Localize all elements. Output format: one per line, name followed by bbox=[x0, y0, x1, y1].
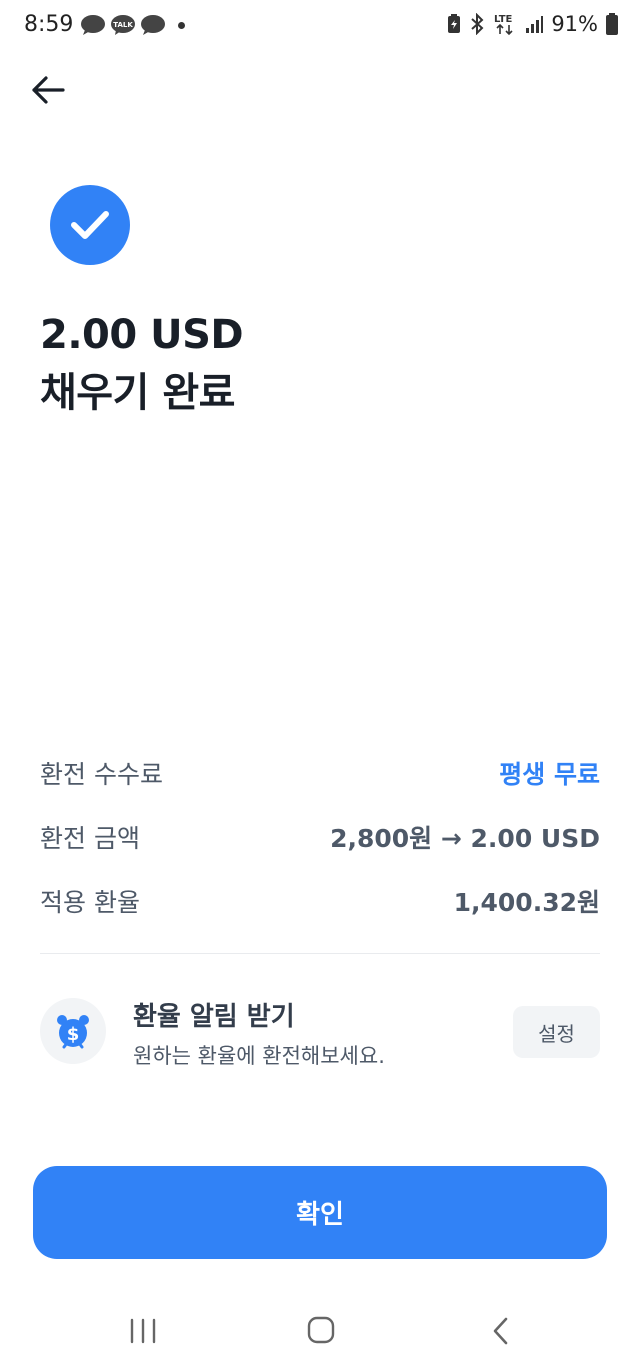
page-title: 2.00 USD 채우기 완료 bbox=[40, 306, 244, 422]
notification-dot bbox=[178, 21, 185, 29]
chat-bubble-icon bbox=[81, 15, 105, 35]
svg-text:TALK: TALK bbox=[113, 21, 133, 29]
exchange-amount-label: 환전 금액 bbox=[40, 824, 140, 853]
battery-saver-icon bbox=[448, 14, 461, 33]
signal-icon bbox=[526, 16, 544, 33]
system-status-icons: LTE 91% bbox=[447, 12, 618, 36]
fee-label: 환전 수수료 bbox=[40, 760, 163, 789]
alarm-clock-dollar-icon: $ bbox=[57, 1015, 89, 1049]
notification-icons: TALK bbox=[80, 14, 185, 36]
rate-alert-title: 환율 알림 받기 bbox=[133, 1002, 295, 1032]
chat-bubble-icon bbox=[141, 15, 165, 35]
recent-apps-button[interactable] bbox=[128, 1318, 158, 1348]
back-icon bbox=[493, 1317, 508, 1345]
fee-value: 평생 무료 bbox=[499, 760, 600, 789]
divider bbox=[40, 953, 600, 954]
status-line: 채우기 완료 bbox=[40, 370, 235, 416]
status-time: 8:59 bbox=[24, 12, 74, 37]
check-circle-icon bbox=[71, 211, 109, 239]
fee-row: 환전 수수료 평생 무료 bbox=[40, 755, 600, 791]
rate-alert-icon-wrap: $ bbox=[40, 998, 106, 1064]
exchange-rate-value: 1,400.32원 bbox=[453, 888, 600, 917]
svg-text:LTE: LTE bbox=[494, 14, 513, 25]
exchange-amount-row: 환전 금액 2,800원 → 2.00 USD bbox=[40, 819, 600, 855]
amount-line: 2.00 USD bbox=[40, 312, 244, 358]
exchange-rate-label: 적용 환율 bbox=[40, 888, 140, 917]
kakaotalk-icon: TALK bbox=[111, 15, 135, 35]
svg-text:$: $ bbox=[67, 1024, 80, 1045]
rate-alert-subtitle: 원하는 환율에 환전해보세요. bbox=[133, 1044, 385, 1068]
back-button[interactable] bbox=[26, 70, 70, 110]
exchange-rate-row: 적용 환율 1,400.32원 bbox=[40, 883, 600, 919]
success-badge bbox=[50, 185, 130, 265]
status-bar: 8:59 TALK LTE 91% bbox=[0, 0, 640, 56]
home-button[interactable] bbox=[307, 1316, 335, 1348]
system-back-button[interactable] bbox=[490, 1316, 512, 1350]
recent-apps-icon bbox=[130, 1318, 156, 1344]
home-icon bbox=[307, 1316, 335, 1344]
arrow-left-icon bbox=[32, 76, 65, 104]
lte-icon: LTE bbox=[494, 14, 513, 36]
battery-icon bbox=[606, 13, 618, 35]
bluetooth-icon bbox=[471, 13, 484, 35]
battery-percent: 91% bbox=[551, 12, 598, 36]
confirm-button[interactable]: 확인 bbox=[33, 1166, 607, 1259]
system-nav-bar bbox=[0, 1296, 640, 1372]
settings-button[interactable]: 설정 bbox=[513, 1006, 600, 1058]
exchange-amount-value: 2,800원 → 2.00 USD bbox=[330, 824, 600, 853]
